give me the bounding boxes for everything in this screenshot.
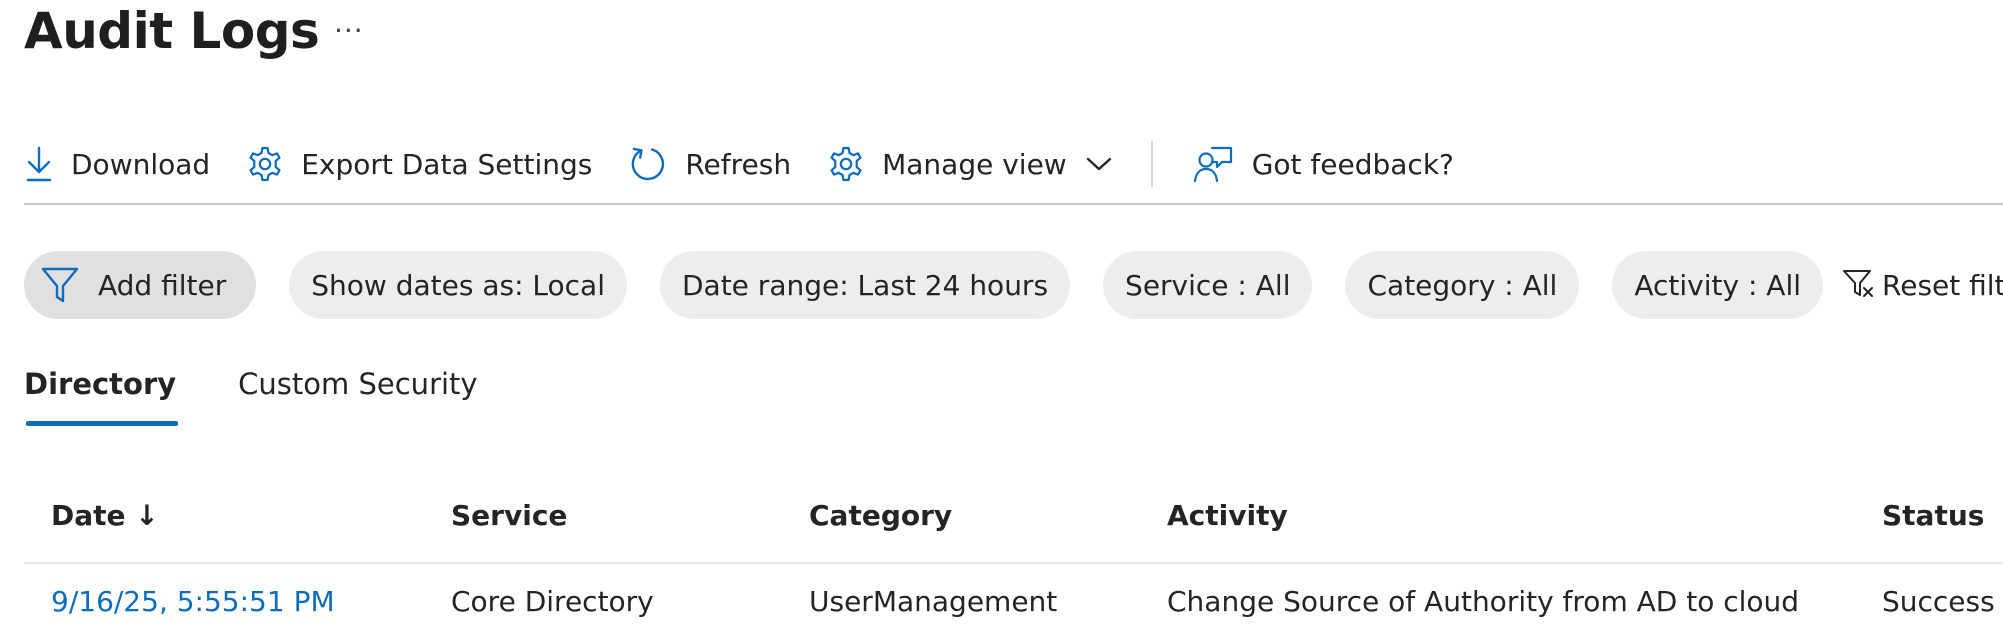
more-options-button[interactable]: ··· — [334, 8, 364, 54]
table-row[interactable]: 9/16/25, 5:55:51 PM Core Directory UserM… — [24, 574, 2003, 630]
reset-filters-label: Reset filters — [1882, 268, 2003, 302]
add-filter-label: Add filter — [98, 268, 227, 302]
refresh-button[interactable]: Refresh — [628, 136, 791, 192]
refresh-label: Refresh — [685, 147, 792, 181]
filter-icon — [41, 267, 79, 303]
tab-list: Directory Custom Security — [24, 358, 478, 426]
toolbar-divider — [1150, 141, 1153, 187]
row-date-link[interactable]: 9/16/25, 5:55:51 PM — [51, 574, 335, 630]
got-feedback-label: Got feedback? — [1251, 147, 1454, 181]
filter-pill-activity[interactable]: Activity : All — [1612, 251, 1824, 319]
tab-directory[interactable]: Directory — [24, 358, 179, 426]
feedback-icon — [1193, 146, 1232, 183]
filter-clear-icon — [1843, 270, 1874, 297]
add-filter-button[interactable]: Add filter — [24, 251, 257, 319]
toolbar-divider-line — [24, 203, 2003, 205]
filter-pill-date-range[interactable]: Date range: Last 24 hours — [659, 251, 1071, 319]
download-button[interactable]: Download — [24, 136, 210, 192]
audit-logs-page: Audit Logs ··· Download Export Data Sett… — [0, 0, 2003, 630]
gear-icon — [249, 146, 281, 182]
column-header-activity[interactable]: Activity — [1167, 490, 1288, 562]
command-bar: Download Export Data Settings Refresh Ma… — [24, 136, 1454, 192]
row-service: Core Directory — [451, 585, 654, 618]
filter-pill-show-dates[interactable]: Show dates as: Local — [289, 251, 627, 319]
filter-bar: Add filter Show dates as: Local Date ran… — [24, 251, 2003, 319]
refresh-icon — [632, 147, 665, 181]
tab-custom-security[interactable]: Custom Security — [238, 358, 477, 426]
row-category: UserManagement — [809, 585, 1058, 618]
manage-view-label: Manage view — [882, 147, 1067, 181]
export-data-settings-label: Export Data Settings — [301, 147, 593, 181]
filter-pill-service[interactable]: Service : All — [1103, 251, 1313, 319]
chevron-down-icon — [1086, 157, 1111, 171]
table-header: Date ↓ Service Category Activity Status — [24, 490, 2003, 564]
row-status: Success — [1882, 585, 1995, 618]
gear-icon — [830, 146, 862, 182]
download-label: Download — [71, 147, 211, 181]
filter-pill-category[interactable]: Category : All — [1345, 251, 1580, 319]
column-header-date[interactable]: Date ↓ — [51, 490, 159, 562]
column-header-service[interactable]: Service — [451, 490, 567, 562]
manage-view-button[interactable]: Manage view — [827, 136, 1113, 192]
got-feedback-button[interactable]: Got feedback? — [1193, 136, 1454, 192]
reset-filters-button[interactable]: Reset filters — [1842, 268, 2003, 302]
page-title: Audit Logs — [24, 2, 320, 60]
download-icon — [26, 146, 52, 182]
row-activity: Change Source of Authority from AD to cl… — [1167, 585, 1800, 618]
column-header-status[interactable]: Status — [1882, 490, 1984, 562]
export-data-settings-button[interactable]: Export Data Settings — [246, 136, 592, 192]
column-header-category[interactable]: Category — [809, 490, 952, 562]
